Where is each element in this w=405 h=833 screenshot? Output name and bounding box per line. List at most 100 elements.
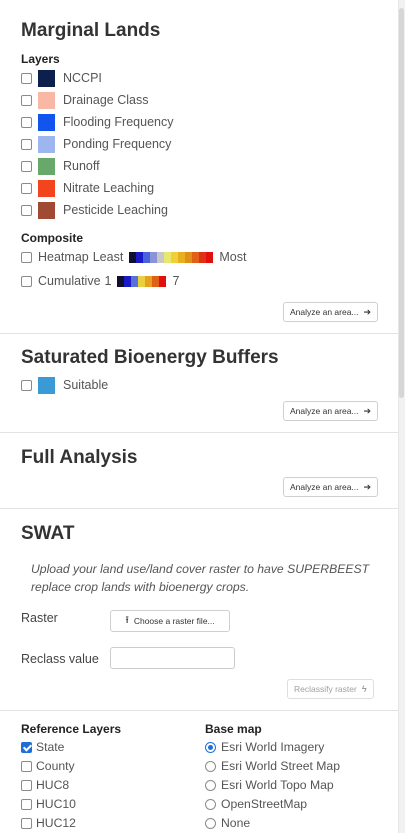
basemap-option-esri-world-street-map[interactable]: Esri World Street Map (205, 758, 340, 774)
layer-row-nccpi[interactable]: NCCPI (21, 69, 102, 87)
reference-item-label: County (36, 759, 75, 773)
layer-row-nitrate-leaching[interactable]: Nitrate Leaching (21, 179, 155, 197)
basemap-radio[interactable] (205, 798, 216, 810)
arrow-right-icon: ➔ (363, 405, 372, 416)
reclassify-button-label: Reclassify raster (294, 684, 357, 694)
heatmap-row[interactable]: Heatmap Least Most (21, 249, 246, 265)
cumulative-color-ramp (117, 275, 167, 287)
layer-swatch (38, 91, 55, 109)
analyze-area-button-marginal[interactable]: Analyze an area... ➔ (283, 302, 379, 322)
layer-row-ponding-frequency[interactable]: Ponding Frequency (21, 135, 172, 153)
ramp-color-cell (145, 275, 153, 287)
base-map-heading: Base map (205, 722, 262, 736)
basemap-radio[interactable] (205, 779, 216, 791)
cumulative-row[interactable]: Cumulative 1 7 (21, 273, 179, 289)
buffers-title: Saturated Bioenergy Buffers (21, 347, 279, 368)
basemap-option-label: None (221, 816, 251, 830)
arrow-right-icon: ➔ (363, 306, 372, 317)
cumulative-label: Cumulative (38, 274, 101, 288)
composite-heading: Composite (21, 231, 84, 245)
section-divider (0, 432, 398, 433)
basemap-option-esri-world-imagery[interactable]: Esri World Imagery (205, 739, 324, 755)
suitable-label: Suitable (63, 378, 109, 392)
layer-checkbox[interactable] (21, 182, 32, 194)
layer-label: Nitrate Leaching (63, 181, 155, 195)
reference-item-label: HUC8 (36, 778, 70, 792)
layer-checkbox[interactable] (21, 138, 32, 150)
layer-label: Drainage Class (63, 93, 149, 107)
heatmap-least-label: Least (92, 250, 124, 264)
basemap-option-esri-world-topo-map[interactable]: Esri World Topo Map (205, 777, 334, 793)
heatmap-checkbox[interactable] (21, 251, 32, 263)
reference-item-county[interactable]: County (21, 758, 75, 774)
reference-item-huc12[interactable]: HUC12 (21, 815, 76, 831)
layer-checkbox[interactable] (21, 72, 32, 84)
bolt-icon: ϟ (361, 684, 367, 694)
reference-layers-heading: Reference Layers (21, 722, 122, 736)
layer-row-drainage-class[interactable]: Drainage Class (21, 91, 149, 109)
layer-checkbox[interactable] (21, 116, 32, 128)
basemap-option-label: Esri World Topo Map (221, 778, 334, 792)
swat-title: SWAT (21, 523, 75, 544)
reclassify-raster-button[interactable]: Reclassify raster ϟ (287, 679, 374, 699)
layer-swatch (38, 113, 55, 131)
layer-checkbox[interactable] (21, 204, 32, 216)
suitable-checkbox[interactable] (21, 379, 32, 391)
ramp-color-cell (117, 275, 125, 287)
choose-raster-label: Choose a raster file... (133, 616, 215, 626)
reclass-value-input[interactable] (110, 647, 235, 669)
layer-swatch (38, 179, 55, 197)
huc12-checkbox[interactable] (21, 817, 32, 829)
cumulative-checkbox[interactable] (21, 275, 32, 287)
ramp-color-cell (152, 275, 160, 287)
reference-item-label: HUC12 (36, 816, 76, 830)
layer-row-runoff[interactable]: Runoff (21, 157, 100, 175)
basemap-option-none[interactable]: None (205, 815, 250, 831)
basemap-radio[interactable] (205, 741, 216, 753)
analyze-button-label: Analyze an area... (290, 406, 359, 416)
suitable-swatch (38, 376, 55, 394)
cumulative-min-label: 1 (104, 274, 112, 288)
basemap-option-openstreetmap[interactable]: OpenStreetMap (205, 796, 307, 812)
cumulative-max-label: 7 (172, 274, 180, 288)
ramp-color-cell (138, 275, 146, 287)
layer-checkbox[interactable] (21, 160, 32, 172)
ramp-color-cell (131, 275, 139, 287)
state-checkbox[interactable] (21, 741, 32, 753)
analyze-area-button-buffers[interactable]: Analyze an area... ➔ (283, 401, 379, 421)
reference-item-huc8[interactable]: HUC8 (21, 777, 69, 793)
layer-label: NCCPI (63, 71, 102, 85)
section-divider (0, 333, 398, 334)
basemap-option-label: Esri World Street Map (221, 759, 340, 773)
layer-row-flooding-frequency[interactable]: Flooding Frequency (21, 113, 173, 131)
section-divider (0, 710, 398, 711)
scrollbar[interactable] (398, 0, 405, 833)
scrollbar-thumb[interactable] (399, 8, 404, 398)
reclass-value-label: Reclass value (21, 652, 99, 666)
marginal-lands-title: Marginal Lands (21, 20, 161, 41)
reference-item-state[interactable]: State (21, 739, 64, 755)
heatmap-label: Heatmap (38, 250, 89, 264)
analyze-area-button-full[interactable]: Analyze an area... ➔ (283, 477, 379, 497)
layers-heading: Layers (21, 52, 60, 66)
layer-label: Pesticide Leaching (63, 203, 168, 217)
huc8-checkbox[interactable] (21, 779, 32, 791)
raster-label: Raster (21, 611, 58, 625)
huc10-checkbox[interactable] (21, 798, 32, 810)
layer-row-suitable[interactable]: Suitable (21, 376, 109, 394)
layer-swatch (38, 69, 55, 87)
layer-row-pesticide-leaching[interactable]: Pesticide Leaching (21, 201, 168, 219)
basemap-radio[interactable] (205, 760, 216, 772)
ramp-color-cell (143, 251, 151, 263)
basemap-radio[interactable] (205, 817, 216, 829)
county-checkbox[interactable] (21, 760, 32, 772)
layer-swatch (38, 135, 55, 153)
ramp-color-cell (185, 251, 193, 263)
layer-checkbox[interactable] (21, 94, 32, 106)
layer-label: Ponding Frequency (63, 137, 172, 151)
ramp-color-cell (124, 275, 132, 287)
choose-raster-file-button[interactable]: ⭱ Choose a raster file... (110, 610, 230, 632)
sidebar-panel: Marginal Lands Layers NCCPI Drainage Cla… (0, 0, 398, 833)
reference-item-huc10[interactable]: HUC10 (21, 796, 76, 812)
arrow-right-icon: ➔ (363, 481, 372, 492)
